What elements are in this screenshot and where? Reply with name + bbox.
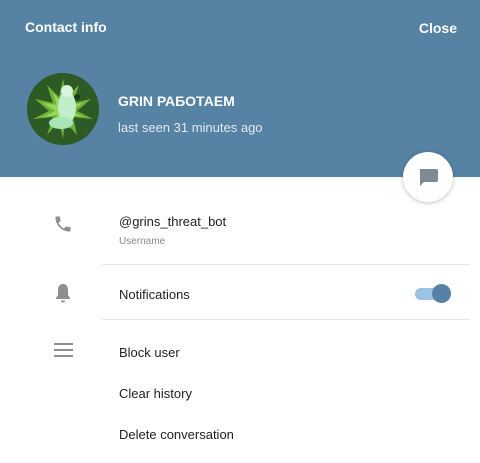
block-user-button[interactable]: Block user (119, 345, 180, 360)
last-seen-status: last seen 31 minutes ago (118, 120, 263, 135)
bell-icon (56, 284, 70, 303)
phone-icon (55, 216, 71, 232)
close-button[interactable]: Close (419, 20, 457, 36)
username-label: Username (119, 236, 166, 247)
divider (102, 319, 470, 320)
contact-header: Contact info Close GRIN РАБОТАЕМ last se… (0, 0, 480, 177)
username-value: @grins_threat_bot (119, 214, 227, 229)
header-title: Contact info (25, 19, 107, 35)
toggle-knob (432, 284, 451, 303)
delete-conversation-button[interactable]: Delete conversation (119, 427, 234, 442)
contact-name: GRIN РАБОТАЕМ (118, 93, 235, 109)
avatar-image (27, 73, 99, 145)
divider (102, 264, 470, 265)
message-icon (419, 169, 438, 186)
notifications-label: Notifications (119, 287, 190, 302)
avatar[interactable] (27, 73, 99, 145)
notifications-toggle[interactable] (415, 284, 451, 303)
menu-icon (54, 343, 73, 357)
send-message-button[interactable] (403, 152, 453, 202)
clear-history-button[interactable]: Clear history (119, 386, 192, 401)
